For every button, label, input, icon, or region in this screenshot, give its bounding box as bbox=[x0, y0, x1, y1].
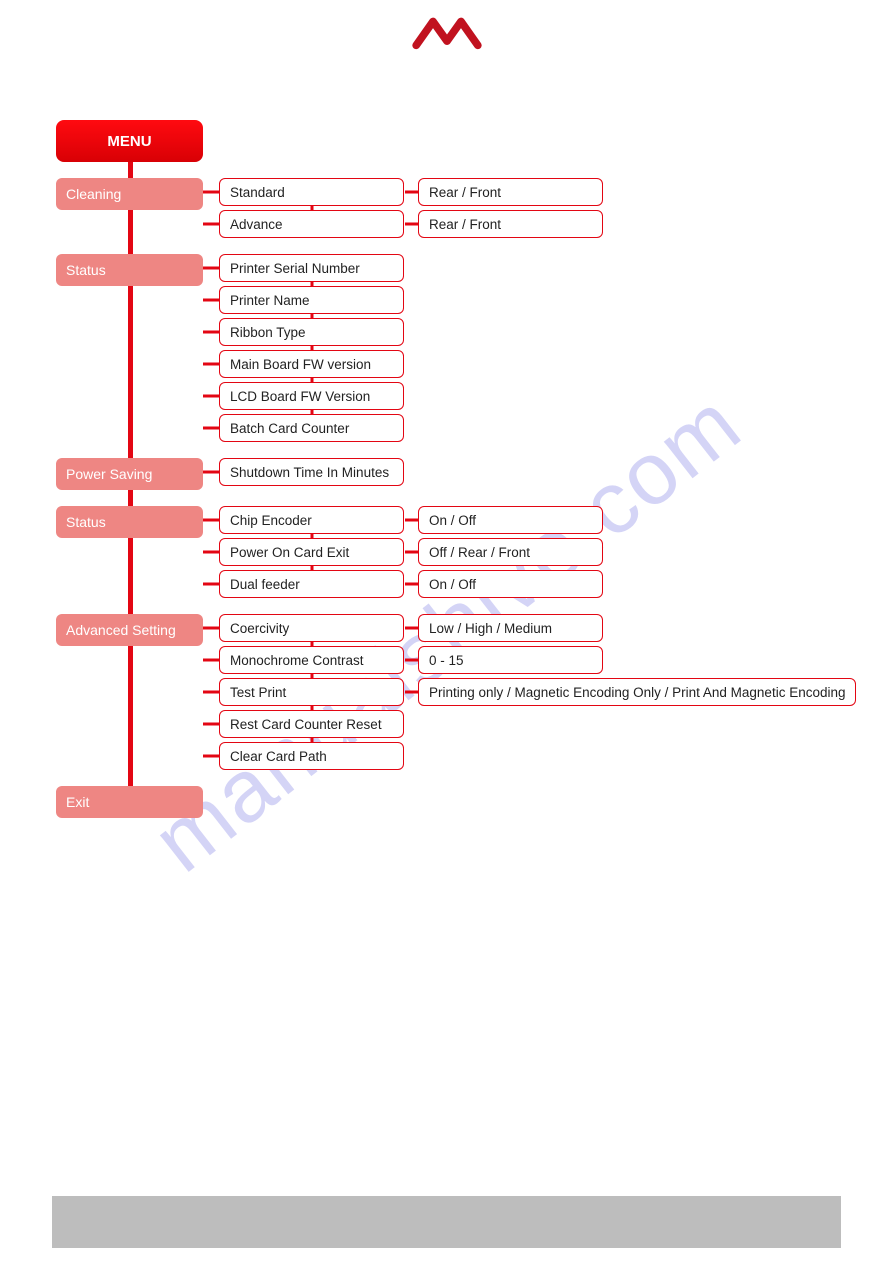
item-node: Power On Card Exit bbox=[219, 538, 404, 566]
options-node: Rear / Front bbox=[418, 210, 603, 238]
options-node: Off / Rear / Front bbox=[418, 538, 603, 566]
item-node: Shutdown Time In Minutes bbox=[219, 458, 404, 486]
tree-row: LCD Board FW Version bbox=[219, 382, 404, 410]
options-node: On / Off bbox=[418, 506, 603, 534]
section-cleaning: Cleaning Standard Rear / Front Advance Rear … bbox=[56, 178, 856, 238]
item-node: Standard bbox=[219, 178, 404, 206]
item-node: Batch Card Counter bbox=[219, 414, 404, 442]
options-node: Rear / Front bbox=[418, 178, 603, 206]
item-node: Monochrome Contrast bbox=[219, 646, 404, 674]
footer-bar bbox=[52, 1196, 841, 1248]
item-node: Coercivity bbox=[219, 614, 404, 642]
options-node: Printing only / Magnetic Encoding Only /… bbox=[418, 678, 856, 706]
item-group: Chip Encoder On / Off Power On Card Exit Of… bbox=[219, 506, 603, 598]
menu-root-node: MENU bbox=[56, 120, 203, 162]
tree-row: Main Board FW version bbox=[219, 350, 404, 378]
item-group: Shutdown Time In Minutes bbox=[219, 458, 404, 486]
tree-row: Power On Card Exit Off / Rear / Front bbox=[219, 538, 603, 566]
tree-row: Printer Name bbox=[219, 286, 404, 314]
options-node: Low / High / Medium bbox=[418, 614, 603, 642]
item-group: Standard Rear / Front Advance Rear / Front bbox=[219, 178, 603, 238]
tree-row: Monochrome Contrast 0 - 15 bbox=[219, 646, 856, 674]
item-node: Ribbon Type bbox=[219, 318, 404, 346]
tree-row: Batch Card Counter bbox=[219, 414, 404, 442]
tree-row: Dual feeder On / Off bbox=[219, 570, 603, 598]
item-node: Test Print bbox=[219, 678, 404, 706]
item-node: Advance bbox=[219, 210, 404, 238]
options-node: 0 - 15 bbox=[418, 646, 603, 674]
tree-row: Shutdown Time In Minutes bbox=[219, 458, 404, 486]
section-advanced-setting: Advanced Setting Coercivity Low / High / M… bbox=[56, 614, 856, 770]
tree-row: Printer Serial Number bbox=[219, 254, 404, 282]
item-node: Main Board FW version bbox=[219, 350, 404, 378]
item-node: Rest Card Counter Reset bbox=[219, 710, 404, 738]
category-node: Exit bbox=[56, 786, 203, 818]
tree-row: Ribbon Type bbox=[219, 318, 404, 346]
options-node: On / Off bbox=[418, 570, 603, 598]
logo-icon bbox=[412, 12, 482, 52]
tree-row: Advance Rear / Front bbox=[219, 210, 603, 238]
section-power-saving: Power Saving Shutdown Time In Minutes bbox=[56, 458, 856, 490]
tree-row: Rest Card Counter Reset bbox=[219, 710, 856, 738]
section-exit: Exit bbox=[56, 786, 856, 818]
item-group: Printer Serial Number Printer Name Ribbon … bbox=[219, 254, 404, 442]
item-node: Printer Serial Number bbox=[219, 254, 404, 282]
item-node: Dual feeder bbox=[219, 570, 404, 598]
section-status: Status Chip Encoder On / Off Power On Card … bbox=[56, 506, 856, 598]
item-node: Printer Name bbox=[219, 286, 404, 314]
category-node: Cleaning bbox=[56, 178, 203, 210]
item-node: LCD Board FW Version bbox=[219, 382, 404, 410]
brand-logo bbox=[0, 12, 893, 52]
category-node: Advanced Setting bbox=[56, 614, 203, 646]
category-node: Power Saving bbox=[56, 458, 203, 490]
tree-row: Test Print Printing only / Magnetic Encod… bbox=[219, 678, 856, 706]
tree-row: Chip Encoder On / Off bbox=[219, 506, 603, 534]
category-node: Status bbox=[56, 506, 203, 538]
tree-row: Clear Card Path bbox=[219, 742, 856, 770]
item-node: Chip Encoder bbox=[219, 506, 404, 534]
tree-row: Coercivity Low / High / Medium bbox=[219, 614, 856, 642]
category-node: Status bbox=[56, 254, 203, 286]
section-status: Status Printer Serial Number Printer Name R… bbox=[56, 254, 856, 442]
tree-row: Standard Rear / Front bbox=[219, 178, 603, 206]
item-node: Clear Card Path bbox=[219, 742, 404, 770]
menu-tree-diagram: MENU CleaningStandardRear / FrontAdvance… bbox=[56, 120, 856, 818]
item-group: Coercivity Low / High / Medium Monochrome … bbox=[219, 614, 856, 770]
